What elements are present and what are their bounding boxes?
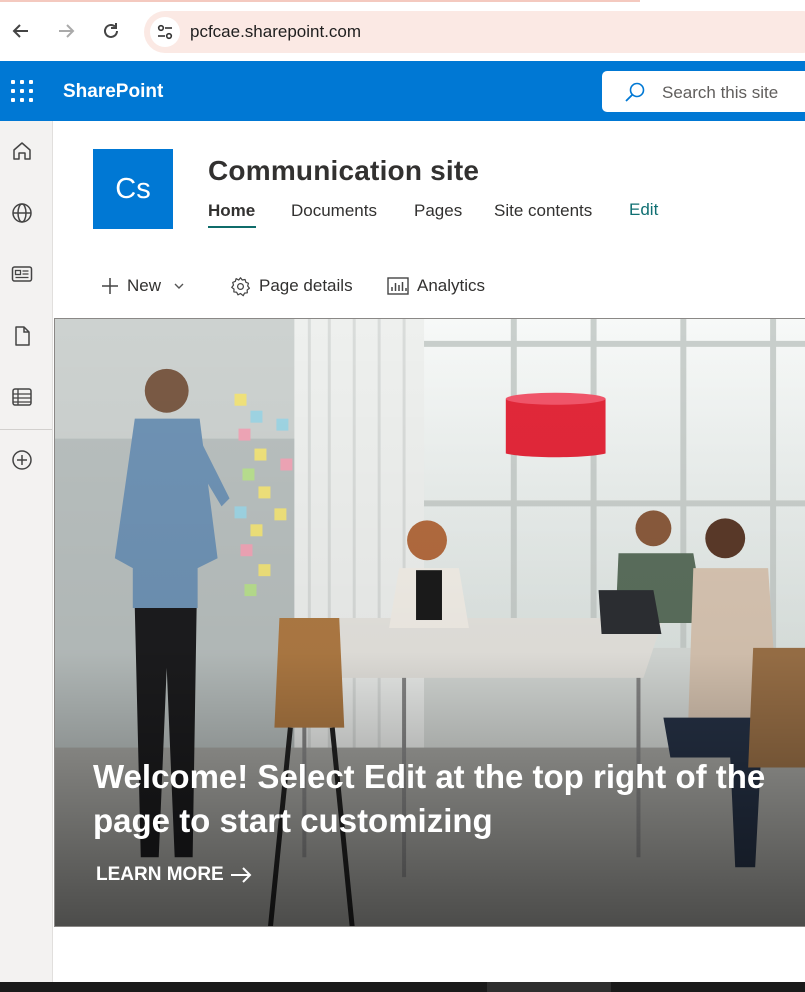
page-details-label: Page details: [259, 276, 353, 295]
site-logo-text: Cs: [115, 172, 151, 205]
reload-icon: [104, 23, 118, 38]
learn-more-label: LEARN MORE: [96, 864, 224, 885]
add-icon[interactable]: [11, 449, 35, 473]
url-text: pcfcae.sharepoint.com: [190, 22, 362, 41]
search-placeholder: Search this site: [662, 83, 779, 102]
back-button[interactable]: [9, 19, 33, 43]
nav-home[interactable]: Home: [208, 201, 255, 221]
arrow-right-icon: [230, 867, 252, 883]
learn-more-link[interactable]: LEARN MORE: [96, 864, 252, 886]
analytics-button[interactable]: Analytics: [387, 275, 485, 297]
arrow-right-icon: [59, 24, 75, 38]
hero-title: Welcome! Select Edit at the top right of…: [93, 758, 766, 839]
list-icon[interactable]: [11, 386, 35, 410]
forward-button[interactable]: [54, 19, 78, 43]
new-label: New: [127, 276, 162, 295]
site-title[interactable]: Communication site: [208, 155, 479, 187]
search-icon: [625, 82, 645, 102]
news-icon[interactable]: [11, 263, 35, 287]
site-info-button[interactable]: [150, 17, 180, 47]
gear-icon: [231, 276, 251, 296]
nav-pages[interactable]: Pages: [414, 201, 462, 221]
document-icon[interactable]: [11, 325, 35, 349]
site-logo[interactable]: Cs: [93, 149, 173, 229]
plus-icon: [102, 278, 118, 294]
nav-documents[interactable]: Documents: [291, 201, 377, 221]
tune-icon: [157, 24, 173, 40]
arrow-left-icon: [12, 24, 28, 38]
app-bar-divider: [0, 429, 52, 430]
analytics-label: Analytics: [417, 276, 486, 295]
new-button[interactable]: New: [101, 275, 185, 297]
brand-link[interactable]: SharePoint: [63, 81, 163, 103]
hero-banner[interactable]: Welcome! Select Edit at the top right of…: [54, 318, 805, 927]
address-bar[interactable]: pcfcae.sharepoint.com: [144, 11, 805, 53]
taskbar-active-item[interactable]: [487, 982, 611, 992]
browser-toolbar: pcfcae.sharepoint.com: [0, 0, 805, 61]
page-details-button[interactable]: Page details: [230, 275, 353, 297]
edit-nav-link[interactable]: Edit: [629, 200, 658, 220]
nav-active-indicator: [208, 226, 256, 228]
globe-icon[interactable]: [11, 202, 35, 226]
app-bar: [0, 121, 53, 992]
nav-site-contents[interactable]: Site contents: [494, 201, 592, 221]
taskbar: [0, 982, 805, 992]
chevron-down-icon: [174, 283, 184, 289]
analytics-icon: [387, 277, 409, 295]
tab-strip-edge: [0, 0, 640, 2]
suite-bar: SharePoint Search this site: [0, 61, 805, 121]
home-icon[interactable]: [11, 140, 35, 164]
reload-button[interactable]: [99, 19, 123, 43]
app-launcher-icon[interactable]: [11, 80, 33, 102]
search-input[interactable]: Search this site: [602, 71, 805, 112]
